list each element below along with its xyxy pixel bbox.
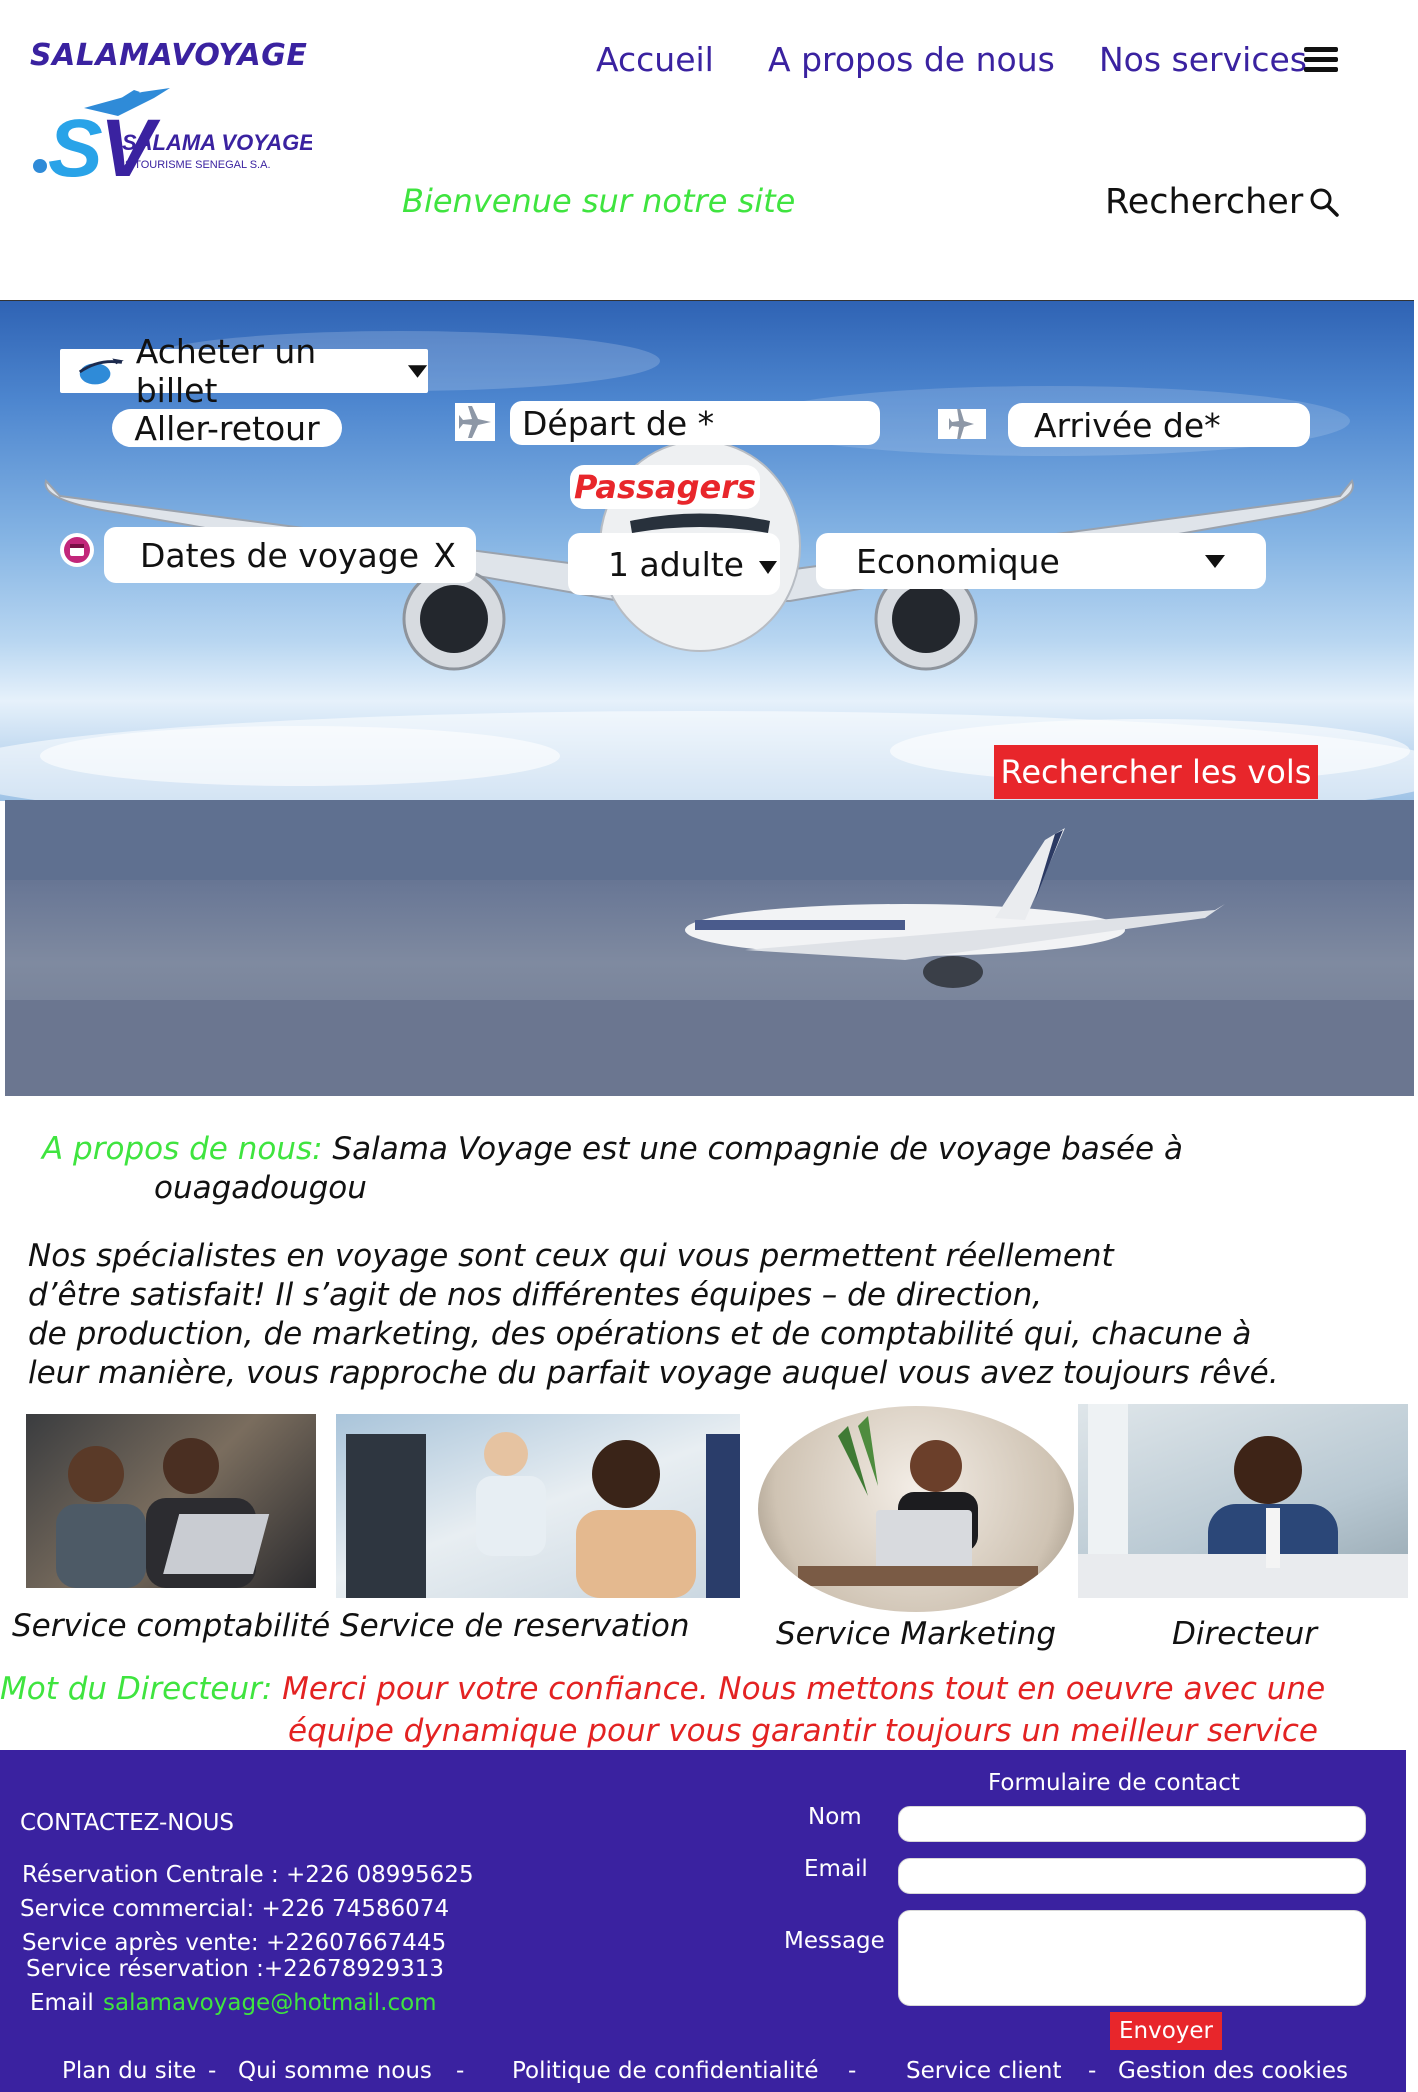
director-message: Mot du Directeur: Merci pour votre confi… [0, 1668, 1325, 1752]
svg-text:SALAMA VOYAGE: SALAMA VOYAGE [122, 130, 312, 155]
svg-text:S: S [48, 103, 103, 182]
plane-globe-icon [78, 358, 124, 385]
passengers-select[interactable]: 1 adulte [568, 533, 780, 595]
team-caption: Service Marketing [776, 1616, 1057, 1652]
nav-nos-services[interactable]: Nos services [1099, 40, 1307, 79]
footer-link-cookies[interactable]: Gestion des cookies [1118, 2058, 1348, 2084]
trip-type-value: Aller-retour [134, 408, 320, 448]
contact-line: Service après vente: +22607667445 [22, 1930, 447, 1956]
clear-dates-button[interactable]: X [433, 536, 456, 575]
about-line-1: Salama Voyage est une compagnie de voyag… [332, 1131, 1183, 1167]
calendar-icon [60, 533, 94, 567]
travel-dates-input[interactable]: Dates de voyage X [104, 527, 476, 583]
form-submit-button[interactable]: Envoyer [1110, 2012, 1222, 2050]
specialists-paragraph: Nos spécialistes en voyage sont ceux qui… [28, 1237, 1279, 1393]
cabin-class-select[interactable]: Economique [816, 533, 1266, 589]
footer-separator: - [208, 2058, 217, 2084]
director-label: Mot du Directeur: [0, 1671, 273, 1707]
about-line-2: ouagadougou [154, 1170, 367, 1206]
arrival-plane-icon [938, 408, 986, 440]
arrival-input[interactable]: Arrivée de* [1008, 403, 1310, 447]
chevron-down-icon [1205, 555, 1225, 568]
departure-input[interactable]: Départ de * [510, 401, 880, 445]
director-line-1: Merci pour votre confiance. Nous mettons… [282, 1671, 1326, 1707]
departure-placeholder: Départ de * [522, 403, 715, 443]
nav-accueil[interactable]: Accueil [596, 40, 714, 79]
reservation-team-photo [336, 1414, 740, 1598]
footer-separator: - [1088, 2058, 1097, 2084]
footer-link-privacy[interactable]: Politique de confidentialité [512, 2058, 819, 2084]
contact-email-label: Email [30, 1990, 94, 2016]
director-line-2: équipe dynamique pour vous garantir touj… [288, 1713, 1318, 1749]
form-email-label: Email [804, 1856, 868, 1882]
team-caption: Service comptabilité [12, 1608, 331, 1644]
svg-text:& TOURISME SENEGAL S.A.: & TOURISME SENEGAL S.A. [124, 159, 271, 171]
airplane-photo [5, 800, 1414, 1096]
hero-booking-banner: Acheter un billet Aller-retour Départ de… [0, 300, 1414, 801]
brand-title: SALAMAVOYAGE [30, 38, 308, 73]
team-caption: Directeur [1172, 1616, 1317, 1652]
team-caption: Service de reservation [340, 1608, 690, 1644]
footer-link-about[interactable]: Qui somme nous [238, 2058, 432, 2084]
buy-ticket-select[interactable]: Acheter un billet [60, 332, 428, 410]
buy-ticket-label: Acheter un billet [135, 332, 317, 410]
chevron-down-icon [758, 561, 777, 574]
travel-dates-placeholder: Dates de voyage [140, 535, 420, 575]
contact-line: Service réservation :+22678929313 [26, 1956, 445, 1982]
welcome-text: Bienvenue sur notre site [402, 182, 796, 220]
trip-type-select[interactable]: Aller-retour [112, 408, 342, 448]
company-logo[interactable]: S V SALAMA VOYAGE & TOURISME SENEGAL S.A… [22, 86, 315, 194]
search-button[interactable]: Rechercher [1105, 182, 1339, 222]
contact-line: Service commercial: +226 74586074 [20, 1896, 450, 1922]
accounting-team-photo [26, 1414, 316, 1588]
chevron-down-icon [407, 365, 428, 378]
paragraph-line: leur manière, vous rapproche du parfait … [28, 1355, 1279, 1391]
about-label: A propos de nous: [42, 1131, 323, 1167]
passengers-heading: Passagers [570, 465, 760, 509]
paragraph-line: Nos spécialistes en voyage sont ceux qui… [28, 1238, 1114, 1274]
arrival-placeholder: Arrivée de* [1034, 405, 1221, 445]
contact-email-link[interactable]: salamavoyage@hotmail.com [103, 1990, 437, 2016]
form-message-textarea[interactable] [898, 1910, 1366, 2006]
form-name-label: Nom [808, 1804, 862, 1830]
departure-plane-icon [455, 403, 495, 441]
form-email-input[interactable] [898, 1858, 1366, 1894]
footer-separator: - [848, 2058, 857, 2084]
footer-link-sitemap[interactable]: Plan du site [62, 2058, 196, 2084]
marketing-team-photo [758, 1406, 1074, 1612]
footer-separator: - [456, 2058, 465, 2084]
search-flights-button[interactable]: Rechercher les vols [994, 745, 1318, 799]
cabin-class-value: Economique [856, 541, 1060, 581]
about-section: A propos de nous: Salama Voyage est une … [42, 1130, 1183, 1208]
director-photo [1078, 1404, 1408, 1598]
form-name-input[interactable] [898, 1806, 1366, 1842]
paragraph-line: de production, de marketing, des opérati… [28, 1316, 1252, 1352]
contact-line: Réservation Centrale : +226 08995625 [22, 1862, 474, 1888]
passengers-value: 1 adulte [608, 544, 744, 584]
footer: CONTACTEZ-NOUS Réservation Centrale : +2… [0, 1750, 1406, 2092]
search-icon [1310, 188, 1339, 217]
footer-link-customer-service[interactable]: Service client [906, 2058, 1062, 2084]
contact-form-title: Formulaire de contact [988, 1770, 1240, 1796]
paragraph-line: d’être satisfait! Il s’agit de nos diffé… [28, 1277, 1043, 1313]
hamburger-menu-icon[interactable] [1304, 46, 1338, 78]
contact-title: CONTACTEZ-NOUS [20, 1810, 234, 1836]
nav-a-propos[interactable]: A propos de nous [768, 40, 1055, 79]
search-label: Rechercher [1105, 182, 1304, 222]
form-message-label: Message [784, 1928, 885, 1954]
